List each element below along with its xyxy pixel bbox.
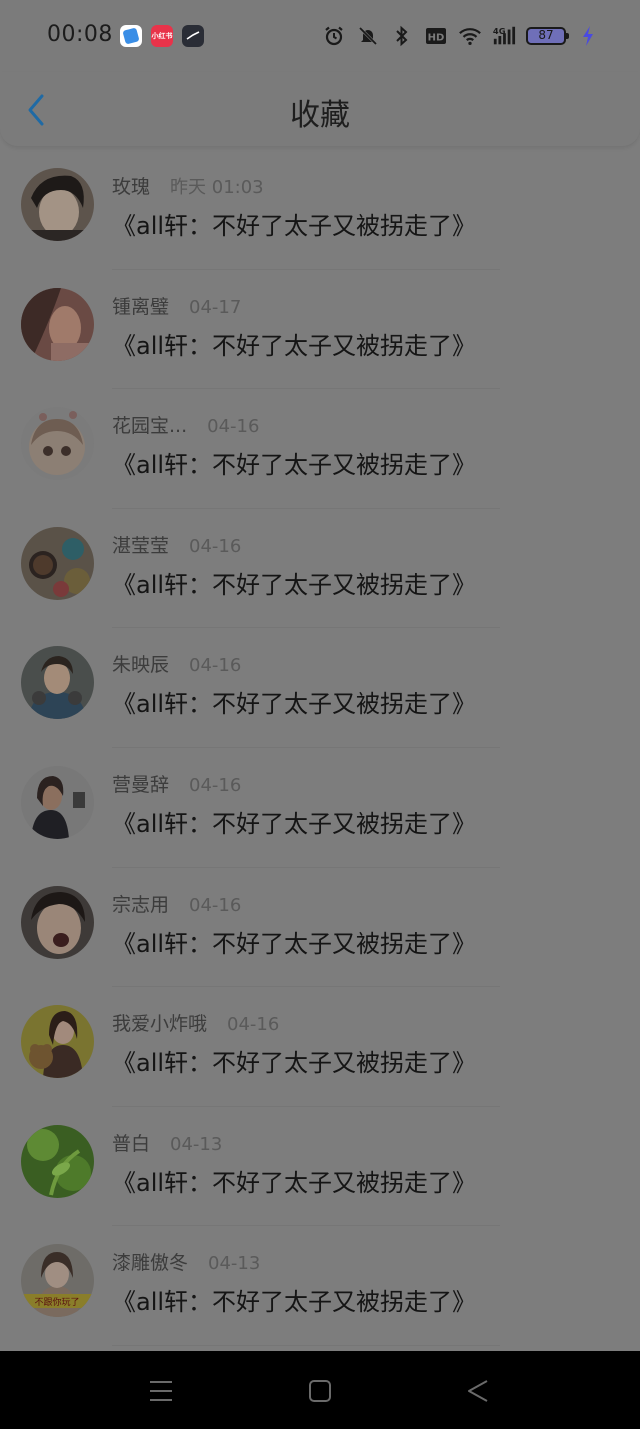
list-item[interactable]: 朱映辰 04-16 《all轩：不好了太子又被拐走了》 [0,628,640,748]
timestamp: 04-13 [208,1253,261,1275]
svg-text:HD: HD [428,33,445,44]
avatar[interactable] [21,287,94,361]
username[interactable]: 营曼辞 [112,770,169,797]
avatar[interactable] [21,646,94,720]
alarm-icon [322,24,346,48]
item-meta: 朱映辰 04-16 [112,650,241,677]
avatar[interactable] [21,765,94,839]
back-nav-button[interactable] [462,1375,494,1407]
back-triangle-icon [468,1380,488,1402]
hd-icon: HD [424,24,448,48]
item-meta: 湛莹莹 04-16 [112,531,241,558]
username[interactable]: 锺离璧 [112,292,169,319]
bluetooth-icon [390,24,414,48]
header: 收藏 [0,72,640,147]
list-item[interactable]: 锺离璧 04-17 《all轩：不好了太子又被拐走了》 [0,270,640,390]
list-item[interactable]: 宗志用 04-16 《all轩：不好了太子又被拐走了》 [0,868,640,988]
username[interactable]: 我爱小炸哦 [112,1009,207,1036]
timestamp: 04-16 [189,655,242,677]
avatar[interactable] [21,885,94,959]
menu-button[interactable] [145,1375,177,1407]
post-title: 《all轩：不好了太子又被拐走了》 [112,331,477,360]
avatar[interactable] [21,1124,94,1198]
charging-icon [576,24,600,48]
item-meta: 我爱小炸哦 04-16 [112,1009,279,1036]
item-meta: 花园宝... 04-16 [112,411,259,438]
timestamp: 04-13 [170,1133,223,1155]
timestamp: 04-16 [207,416,260,438]
username[interactable]: 朱映辰 [112,650,169,677]
timestamp: 04-16 [189,774,242,796]
item-meta: 普白 04-13 [112,1129,222,1156]
post-title: 《all轩：不好了太子又被拐走了》 [112,1049,477,1078]
list-item[interactable]: 普白 04-13 《all轩：不好了太子又被拐走了》 [0,1107,640,1227]
timestamp: 04-16 [189,894,242,916]
red-app-icon: 小红书 [151,25,173,47]
post-title: 《all轩：不好了太子又被拐走了》 [112,690,477,719]
timestamp: 04-16 [227,1014,280,1036]
status-time: 00:08 [47,22,113,47]
avatar[interactable] [21,407,94,481]
username[interactable]: 普白 [112,1129,150,1156]
username[interactable]: 湛莹莹 [112,531,169,558]
avatar[interactable]: 不跟你玩了 [21,1244,94,1318]
username[interactable]: 花园宝... [112,411,187,438]
post-title: 《all轩：不好了太子又被拐走了》 [112,570,477,599]
post-title: 《all轩：不好了太子又被拐走了》 [112,809,477,838]
page-title: 收藏 [290,98,350,133]
list-item[interactable]: 玫⁠瑰 昨天 01:03 《all轩：不好了太子又被拐走了》 [0,150,640,270]
item-meta: 锺离璧 04-17 [112,292,241,319]
list-item[interactable]: 不跟你玩了 漆雕傲冬 04-13 《all轩：不好了太子又被拐走了》 [0,1226,640,1346]
status-icons: HD 4G 87 [322,22,600,50]
username[interactable]: 漆雕傲冬 [112,1248,188,1275]
avatar-badge-text: 不跟你玩了 [34,1296,79,1308]
avatar[interactable] [21,168,94,241]
timestamp: 昨天 01:03 [170,177,264,198]
avatar[interactable] [21,1005,94,1079]
signal-icon: 4G [492,24,516,48]
timestamp: 04-16 [189,535,242,557]
username[interactable]: 宗志用 [112,890,169,917]
timestamp: 04-17 [189,296,242,318]
status-bar: 00:08 小红书 HD 4G 87 [0,0,640,72]
battery-level: 87 [538,28,554,42]
post-title: 《all轩：不好了太子又被拐走了》 [112,212,477,240]
dark-app-icon [182,25,204,47]
wifi-icon [458,24,482,48]
post-title: 《all轩：不好了太子又被拐走了》 [112,1168,477,1197]
post-title: 《all轩：不好了太子又被拐走了》 [112,1288,477,1317]
favorites-list: 玫⁠瑰 昨天 01:03 《all轩：不好了太子又被拐走了》 锺离璧 04-17… [0,150,640,1346]
system-nav-bar [0,1351,640,1429]
post-title: 《all轩：不好了太子又被拐走了》 [112,451,477,480]
item-meta: 玫⁠瑰 昨天 01:03 [112,172,264,199]
menu-icon [150,1381,172,1401]
item-meta: 营曼辞 04-16 [112,770,241,797]
list-item[interactable]: 湛莹莹 04-16 《all轩：不好了太子又被拐走了》 [0,509,640,629]
battery-icon: 87 [526,27,569,45]
avatar[interactable] [21,526,94,600]
mute-icon [356,24,380,48]
blue-app-icon [120,25,142,47]
post-title: 《all轩：不好了太子又被拐走了》 [112,929,477,958]
item-meta: 宗志用 04-16 [112,890,241,917]
home-button[interactable] [304,1375,336,1407]
list-item[interactable]: 营曼辞 04-16 《all轩：不好了太子又被拐走了》 [0,748,640,868]
list-item[interactable]: 花园宝... 04-16 《all轩：不好了太子又被拐走了》 [0,389,640,509]
home-icon [309,1380,331,1402]
item-meta: 漆雕傲冬 04-13 [112,1248,260,1275]
screen: 00:08 小红书 HD 4G 8 [0,0,640,1429]
list-item[interactable]: 我爱小炸哦 04-16 《all轩：不好了太子又被拐走了》 [0,987,640,1107]
username[interactable]: 玫⁠瑰 [112,172,150,199]
